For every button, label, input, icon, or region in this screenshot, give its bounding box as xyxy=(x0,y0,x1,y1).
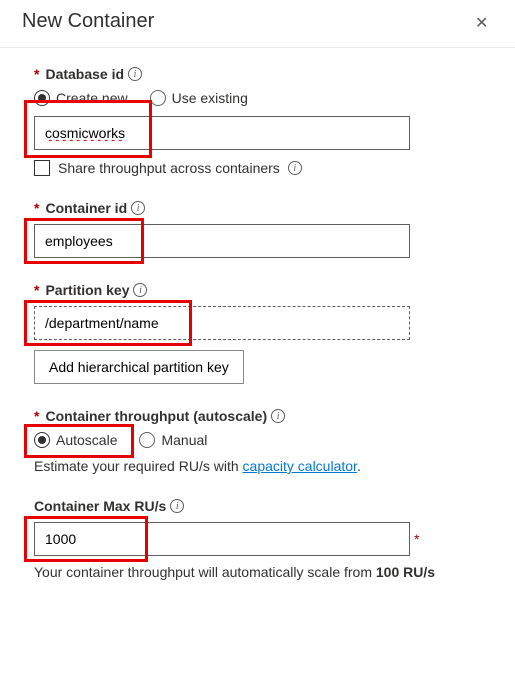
share-throughput-checkbox[interactable] xyxy=(34,160,50,176)
database-id-input[interactable] xyxy=(34,116,410,150)
container-id-input[interactable] xyxy=(34,224,410,258)
manual-radio[interactable]: Manual xyxy=(139,432,207,448)
create-new-radio[interactable]: Create new xyxy=(34,90,128,106)
info-icon[interactable]: i xyxy=(288,161,302,175)
partition-key-input[interactable] xyxy=(34,306,410,340)
capacity-calculator-link[interactable]: capacity calculator xyxy=(243,458,357,474)
use-existing-radio[interactable]: Use existing xyxy=(150,90,248,106)
max-rus-label: Container Max RU/s i xyxy=(34,498,481,514)
throughput-label: * Container throughput (autoscale) i xyxy=(34,408,481,424)
database-id-label: * Database id i xyxy=(34,66,481,82)
info-icon[interactable]: i xyxy=(133,283,147,297)
container-id-label: * Container id i xyxy=(34,200,481,216)
info-icon[interactable]: i xyxy=(170,499,184,513)
max-rus-input[interactable] xyxy=(34,522,410,556)
autoscale-radio[interactable]: Autoscale xyxy=(34,432,117,448)
radio-dot-icon xyxy=(150,90,166,106)
capacity-help-text: Estimate your required RU/s with capacit… xyxy=(34,458,481,474)
info-icon[interactable]: i xyxy=(128,67,142,81)
add-hierarchical-key-button[interactable]: Add hierarchical partition key xyxy=(34,350,244,384)
radio-dot-icon xyxy=(34,90,50,106)
radio-dot-icon xyxy=(139,432,155,448)
info-icon[interactable]: i xyxy=(271,409,285,423)
share-throughput-label: Share throughput across containers xyxy=(58,160,280,176)
scale-note: Your container throughput will automatic… xyxy=(34,564,481,580)
info-icon[interactable]: i xyxy=(131,201,145,215)
radio-dot-icon xyxy=(34,432,50,448)
panel-title: New Container xyxy=(22,10,154,33)
partition-key-label: * Partition key i xyxy=(34,282,481,298)
close-icon[interactable] xyxy=(475,13,493,31)
